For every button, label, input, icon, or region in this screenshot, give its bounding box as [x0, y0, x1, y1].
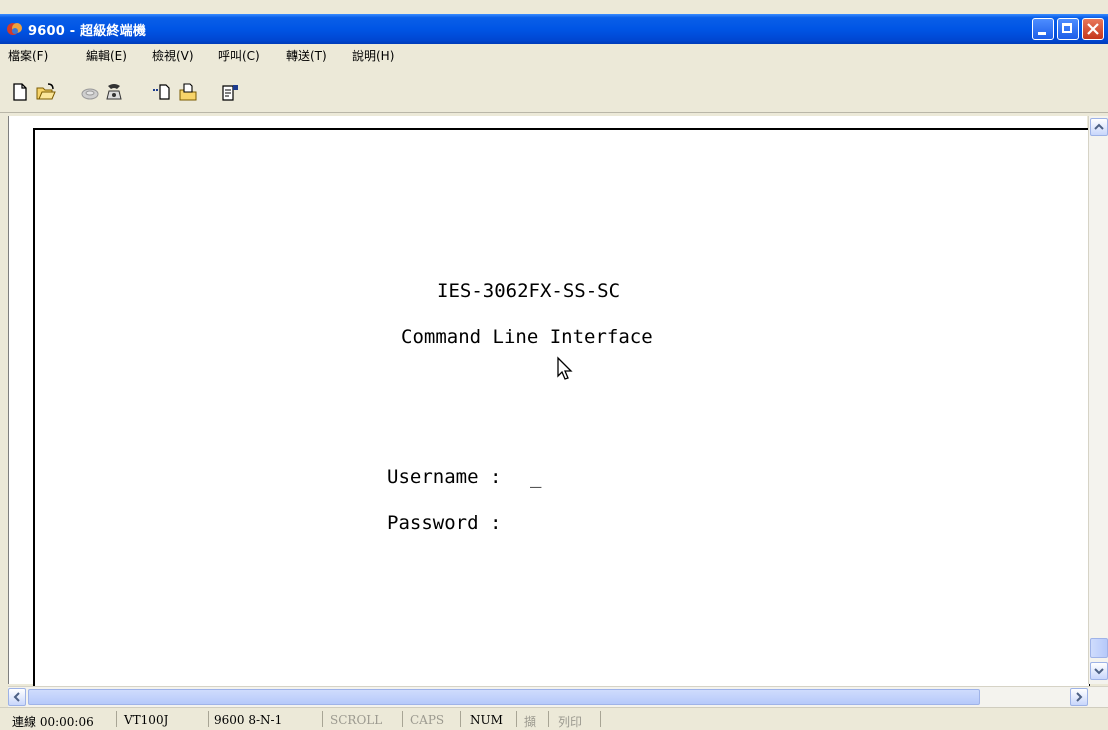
status-bar: 連線 00:00:06 VT100J 9600 8-N-1 SCROLL CAP… [0, 707, 1108, 730]
window-title: 9600 - 超級終端機 [28, 24, 147, 39]
maximize-icon [1062, 23, 1072, 33]
scroll-up-button[interactable] [1090, 118, 1108, 136]
num-lock-indicator: NUM [470, 713, 503, 727]
hyperterminal-icon [7, 23, 22, 35]
terminal-screen[interactable]: IES-3062FX-SS-SC Command Line Interface … [33, 128, 1090, 686]
menu-bar: 檔案(F) 編輯(E) 檢視(V) 呼叫(C) 轉送(T) 說明(H) [0, 44, 1108, 66]
close-button[interactable] [1082, 18, 1104, 40]
scroll-left-button[interactable] [8, 688, 26, 706]
menu-transfer[interactable]: 轉送(T) [286, 47, 327, 64]
toolbar [0, 66, 1108, 113]
title-bar[interactable]: 9600 - 超級終端機 [0, 14, 1108, 44]
chevron-left-icon [13, 692, 20, 702]
username-prompt: Username : [387, 466, 513, 488]
minimize-icon [1038, 32, 1046, 35]
send-icon[interactable] [152, 82, 172, 102]
horizontal-scroll-thumb[interactable] [28, 689, 980, 705]
chevron-up-icon [1094, 123, 1104, 130]
port-settings: 9600 8-N-1 [214, 713, 283, 727]
emulation-type: VT100J [124, 713, 169, 727]
interface-heading: Command Line Interface [401, 326, 653, 348]
password-prompt: Password : [387, 512, 502, 534]
menu-call[interactable]: 呼叫(C) [218, 47, 260, 64]
hyperterminal-window: 9600 - 超級終端機 檔案(F) 編輯(E) 檢視(V) 呼叫(C) 轉送(… [0, 0, 1108, 730]
device-model-text: IES-3062FX-SS-SC [437, 280, 621, 302]
vertical-scrollbar[interactable] [1088, 116, 1108, 684]
scroll-lock-indicator: SCROLL [330, 713, 383, 727]
chevron-right-icon [1076, 692, 1083, 702]
scroll-right-button[interactable] [1070, 688, 1088, 706]
chevron-down-icon [1094, 668, 1104, 675]
vertical-scroll-thumb[interactable] [1090, 638, 1108, 658]
menu-view[interactable]: 檢視(V) [152, 47, 194, 64]
disconnect-icon[interactable] [80, 82, 100, 102]
mouse-pointer-icon [557, 356, 573, 380]
maximize-button[interactable] [1057, 18, 1079, 40]
connection-time: 連線 00:00:06 [12, 715, 94, 729]
minimize-button[interactable] [1032, 18, 1054, 40]
dial-icon[interactable] [104, 82, 124, 102]
properties-icon[interactable] [220, 82, 240, 102]
new-icon[interactable] [10, 82, 30, 102]
print-echo-indicator: 列印 [558, 715, 583, 729]
menu-help[interactable]: 說明(H) [352, 47, 394, 64]
receive-icon[interactable] [178, 82, 198, 102]
close-icon [1087, 23, 1099, 35]
open-icon[interactable] [36, 82, 56, 102]
menu-edit[interactable]: 編輯(E) [86, 47, 127, 64]
caps-lock-indicator: CAPS [410, 713, 445, 727]
horizontal-scrollbar[interactable] [8, 686, 1108, 707]
scroll-down-button[interactable] [1090, 662, 1108, 680]
capture-indicator: 擷 [524, 715, 537, 729]
terminal-viewport[interactable]: IES-3062FX-SS-SC Command Line Interface … [8, 116, 1090, 686]
menu-file[interactable]: 檔案(F) [8, 47, 48, 64]
text-cursor: _ [530, 466, 542, 488]
